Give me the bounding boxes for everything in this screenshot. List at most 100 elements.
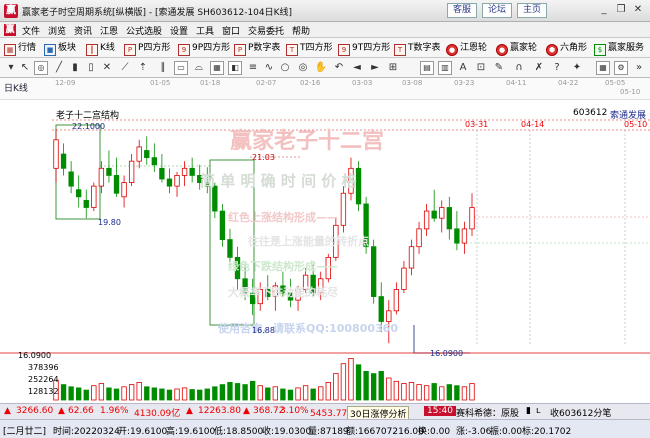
text-tool-icon[interactable]: A — [456, 61, 470, 75]
parallel-icon[interactable]: ∥ — [156, 61, 170, 75]
bar-high: 高:19.6100 — [166, 427, 216, 437]
volume-bar — [401, 383, 407, 401]
delete-icon[interactable]: ✗ — [532, 61, 546, 75]
date-tick: 12-09 — [55, 79, 76, 87]
pen-icon[interactable]: ✎ — [492, 61, 506, 75]
toolbar-winner-wheel[interactable]: ● 赢家轮 — [496, 41, 537, 56]
window-icon[interactable]: ▤ — [420, 61, 434, 75]
candle-icon[interactable]: ▯ — [84, 61, 98, 75]
news-ticker-2[interactable]: 赛科希德：原股 — [456, 406, 519, 419]
stock-code: 603612 — [573, 108, 608, 118]
candle-body — [121, 182, 127, 198]
candle-body — [68, 171, 74, 187]
volume-bar — [219, 384, 226, 401]
circle-icon[interactable]: ○ — [278, 61, 292, 75]
menu-gann[interactable]: 江恩 — [100, 24, 118, 37]
close-icon[interactable]: ✕ — [629, 3, 647, 18]
sz-index[interactable]: 12263.80 — [198, 406, 241, 416]
left-arrow-icon[interactable]: ◄ — [350, 61, 364, 75]
calc-icon[interactable]: ▦ — [596, 61, 610, 75]
fib-icon[interactable]: ≡ — [246, 61, 260, 75]
menu-help[interactable]: 帮助 — [292, 24, 310, 37]
homepage-button[interactable]: 主页 — [517, 3, 548, 18]
toolbar-gann-wheel[interactable]: ● 江恩轮 — [446, 41, 487, 56]
forum-button[interactable]: 论坛 — [482, 3, 513, 18]
main-toolbar: ▦ 行情 ■ 板块 ┃ K线 P P四方形 9 9P四方形 P P数字表 T T四方形 9 9T… — [0, 38, 650, 58]
line-tool-icon[interactable]: ⟋ — [118, 61, 132, 75]
favorite-tick-label[interactable]: 收603612分笔 — [550, 406, 611, 419]
bar-amount: 额:166707216.00 — [346, 427, 424, 437]
volume-group — [53, 358, 475, 401]
hand-icon[interactable]: ✋ — [314, 61, 328, 75]
toolbar-quotes[interactable]: ▦ 行情 — [4, 41, 36, 56]
price-label-high: 22.1000 — [72, 122, 105, 131]
volume-bar — [257, 385, 263, 401]
grid-tool-icon[interactable]: ▦ — [210, 61, 224, 75]
bar-low: 低:18.8500 — [214, 427, 264, 437]
dropdown-icon[interactable]: ▾ — [4, 61, 18, 75]
toolbar-p-table[interactable]: P P数字表 — [234, 41, 280, 56]
volume-bar — [83, 389, 89, 401]
menu-settings[interactable]: 设置 — [170, 24, 188, 37]
toolbar-label: P四方形 — [138, 43, 171, 53]
zoom-icon[interactable]: ◎ — [34, 61, 48, 75]
toolbar-9t-square[interactable]: 9 9T四方形 — [338, 41, 390, 56]
restore-icon[interactable]: ❐ — [612, 3, 630, 18]
tick-icon: ʟ — [536, 406, 541, 416]
chart-canvas[interactable]: 赢家老子十二宫 简 单 明 确 时 间 价 格 红色上涨结构形成—— 往往是上涨… — [0, 100, 650, 401]
toolbar-t-table[interactable]: T T数字表 — [394, 41, 441, 56]
toolbar-p-square[interactable]: P P四方形 — [124, 41, 171, 56]
fan-icon[interactable]: ⌓ — [192, 61, 206, 75]
menu-window[interactable]: 窗口 — [222, 24, 240, 37]
timeframe-label[interactable]: 日K线 — [4, 81, 28, 94]
toolbar-kline[interactable]: ┃ K线 — [86, 41, 115, 56]
lock-icon[interactable]: ⊡ — [474, 61, 488, 75]
box-icon[interactable]: ▭ — [174, 61, 188, 75]
volume-bar — [128, 384, 135, 401]
menu-trade[interactable]: 交易委托 — [248, 24, 284, 37]
settings-icon[interactable]: ⚙ — [614, 61, 628, 75]
price-label-1609: 16.0900 — [430, 349, 463, 358]
candle-body — [174, 175, 180, 187]
service-icon: $ — [594, 44, 606, 56]
sz-pct: 3.10% — [280, 406, 309, 416]
magnet-icon[interactable]: ∩ — [512, 61, 526, 75]
undo-icon[interactable]: ↶ — [332, 61, 346, 75]
sh-index[interactable]: 3266.60 — [16, 406, 53, 416]
chart-icon[interactable]: ⊞ — [386, 61, 400, 75]
menu-browse[interactable]: 浏览 — [48, 24, 66, 37]
customer-service-button[interactable]: 客服 — [447, 3, 478, 18]
volume-bar — [113, 388, 120, 401]
toolbar-service[interactable]: $ 赢家服务 — [594, 41, 644, 56]
kline-chart[interactable]: 日K线 12-09 01-05 01-18 02-07 02-16 03-03 … — [0, 78, 650, 401]
cursor-icon[interactable]: ↖ — [18, 61, 32, 75]
trend-icon[interactable]: ╱ — [52, 61, 66, 75]
toolbar-hexagon[interactable]: ⬢ 六角形 — [546, 41, 587, 56]
volume-bar — [348, 358, 354, 401]
toolbar-9p-square[interactable]: 9 9P四方形 — [178, 41, 230, 56]
menu-app-icon[interactable]: 赢 — [4, 24, 16, 36]
candle-body — [423, 210, 430, 230]
more-icon[interactable]: » — [632, 61, 646, 75]
ellipse-icon[interactable]: ◎ — [296, 61, 310, 75]
candle-body — [386, 310, 392, 322]
volume-bar — [144, 386, 150, 401]
layout-icon[interactable]: ▥ — [438, 61, 452, 75]
arrow-up-icon[interactable]: ⇡ — [136, 61, 150, 75]
volume-bar — [378, 370, 384, 401]
toolbar-t-square[interactable]: T T四方形 — [286, 41, 333, 56]
toolbar-sector[interactable]: ■ 板块 — [44, 41, 76, 56]
help-icon[interactable]: ? — [550, 61, 564, 75]
wave-icon[interactable]: ∿ — [262, 61, 276, 75]
menu-tools[interactable]: 工具 — [196, 24, 214, 37]
square-tool-icon[interactable]: ◧ — [228, 61, 242, 75]
right-arrow-icon[interactable]: ► — [368, 61, 382, 75]
cross-icon[interactable]: ✕ — [100, 61, 114, 75]
minimize-icon[interactable]: _ — [595, 3, 613, 18]
menu-file[interactable]: 文件 — [22, 24, 40, 37]
bars-icon[interactable]: ▮ — [68, 61, 82, 75]
star-icon[interactable]: ✦ — [570, 61, 584, 75]
candle-body — [401, 267, 407, 290]
menu-formula[interactable]: 公式选股 — [126, 24, 162, 37]
menu-info[interactable]: 资讯 — [74, 24, 92, 37]
